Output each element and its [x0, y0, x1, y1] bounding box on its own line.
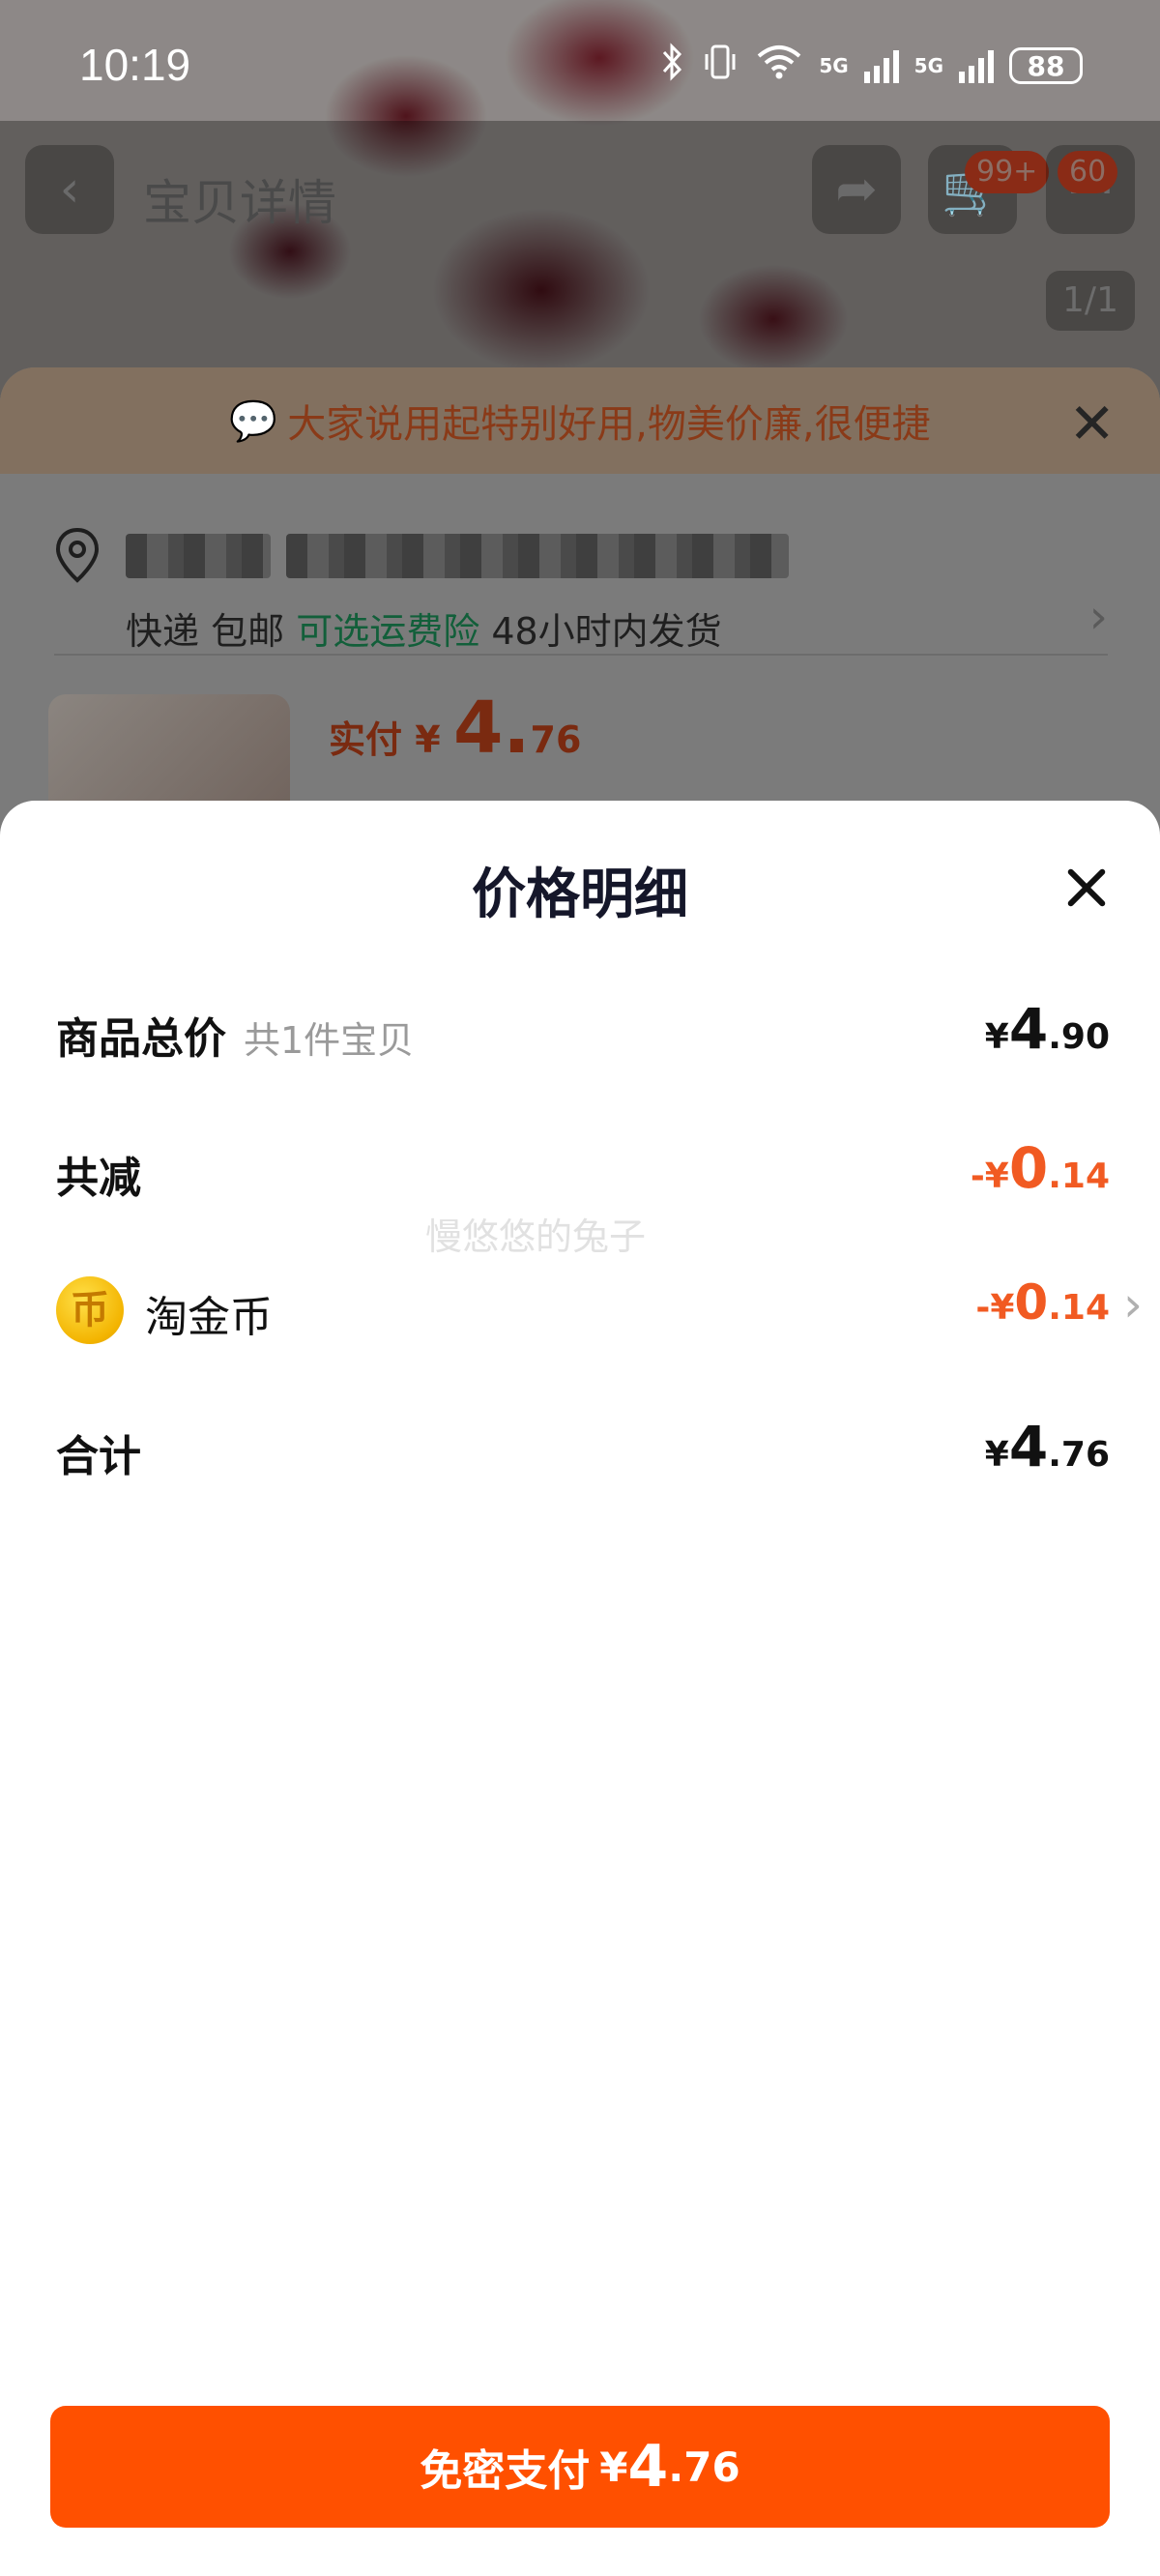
row-taojinbi[interactable]: 币 淘金币 -¥0.14 ›: [56, 1263, 1143, 1350]
chat-bubble-icon: 💬: [229, 398, 278, 444]
divider: [54, 654, 1108, 656]
image-page-indicator: 1/1: [1046, 271, 1135, 331]
pay-button-amount-dec: .76: [668, 2443, 740, 2491]
bluetooth-icon: [660, 43, 685, 89]
status-icons: 5G 5G 88: [660, 43, 1083, 89]
share-button[interactable]: ➦: [812, 145, 901, 234]
product-paid-price: 实付 ¥ 4.76: [329, 687, 582, 770]
coins-amount: -¥0.14: [975, 1274, 1110, 1331]
coin-icon: 币: [56, 1276, 124, 1344]
pay-button-currency: ¥: [599, 2443, 628, 2491]
signal-icon: [959, 48, 994, 83]
total-label: 合计: [56, 1432, 141, 1481]
item-count: 共1件宝贝: [244, 1019, 415, 1062]
message-badge: 60: [1058, 151, 1118, 193]
price-detail-sheet: 价格明细 商品总价 共1件宝贝 ¥4.90 共减 -¥0.14 币 淘金币 -¥0…: [0, 801, 1160, 2576]
cart-badge: 99+: [965, 151, 1050, 193]
row-discount: 共减 -¥0.14: [56, 1124, 1110, 1211]
location-pin-icon: [54, 526, 101, 588]
chevron-right-icon: ›: [1088, 590, 1108, 644]
subtotal-amount: ¥4.90: [984, 996, 1110, 1062]
battery-icon: 88: [1009, 47, 1083, 84]
chevron-left-icon: ‹: [59, 161, 80, 219]
pay-button-amount-int: 4: [627, 2433, 669, 2501]
discount-amount: -¥0.14: [970, 1135, 1110, 1201]
total-amount: ¥4.76: [984, 1414, 1110, 1479]
wifi-icon: [755, 43, 803, 89]
network-label: 5G: [819, 54, 849, 77]
close-icon[interactable]: [1058, 859, 1116, 917]
subtotal-label: 商品总价 共1件宝贝: [56, 1014, 415, 1064]
row-total: 合计 ¥4.76: [56, 1402, 1110, 1489]
pay-button-label: 免密支付: [420, 2446, 591, 2496]
chevron-right-icon: ›: [1123, 1276, 1143, 1332]
row-subtotal: 商品总价 共1件宝贝 ¥4.90: [56, 984, 1110, 1071]
status-time: 10:19: [79, 40, 191, 90]
address-section[interactable]: 快递 包邮 可选运费险 48小时内发货 ›: [54, 512, 1117, 706]
network-label: 5G: [914, 54, 943, 77]
watermark: 慢悠悠的兔子: [425, 1215, 647, 1258]
signal-icon: [863, 48, 899, 83]
coins-label: 淘金币: [145, 1293, 273, 1342]
discount-label: 共减: [56, 1154, 141, 1203]
share-icon: ➦: [835, 161, 878, 219]
status-bar: 10:19 5G 5G 88: [0, 0, 1160, 121]
tip-bar: 💬 大家说用起特别好用,物美价廉,很便捷 ✕: [0, 367, 1160, 474]
shipping-info: 快递 包邮 可选运费险 48小时内发货: [126, 610, 722, 653]
order-card: 💬 大家说用起特别好用,物美价廉,很便捷 ✕ 快递 包邮 可选运费险 48小时内…: [0, 367, 1160, 870]
tip-close-icon[interactable]: ✕: [1068, 391, 1116, 456]
vibrate-icon: [701, 43, 740, 89]
address-detail-blurred: [286, 534, 789, 578]
password-free-pay-button[interactable]: 免密支付 ¥4.76: [50, 2406, 1110, 2528]
address-name-blurred: [126, 534, 271, 578]
nav-title: 宝贝详情: [143, 175, 336, 231]
sheet-title: 价格明细: [472, 864, 688, 926]
back-button[interactable]: ‹: [25, 145, 114, 234]
tip-text: 大家说用起特别好用,物美价廉,很便捷: [287, 402, 931, 447]
